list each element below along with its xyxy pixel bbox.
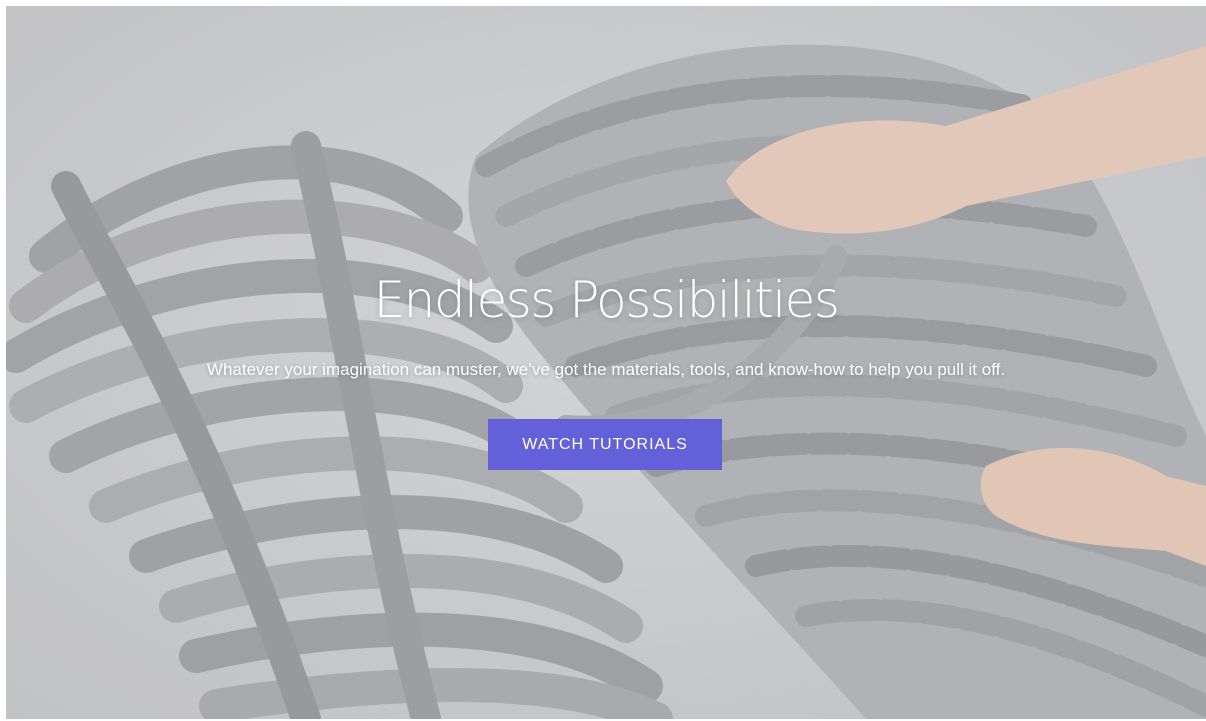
- hero-section: Endless Possibilities Whatever your imag…: [6, 6, 1206, 719]
- hero-title: Endless Possibilities: [373, 271, 840, 329]
- hero-subtitle: Whatever your imagination can muster, we…: [206, 360, 1006, 379]
- watch-tutorials-button[interactable]: WATCH TUTORIALS: [488, 419, 722, 470]
